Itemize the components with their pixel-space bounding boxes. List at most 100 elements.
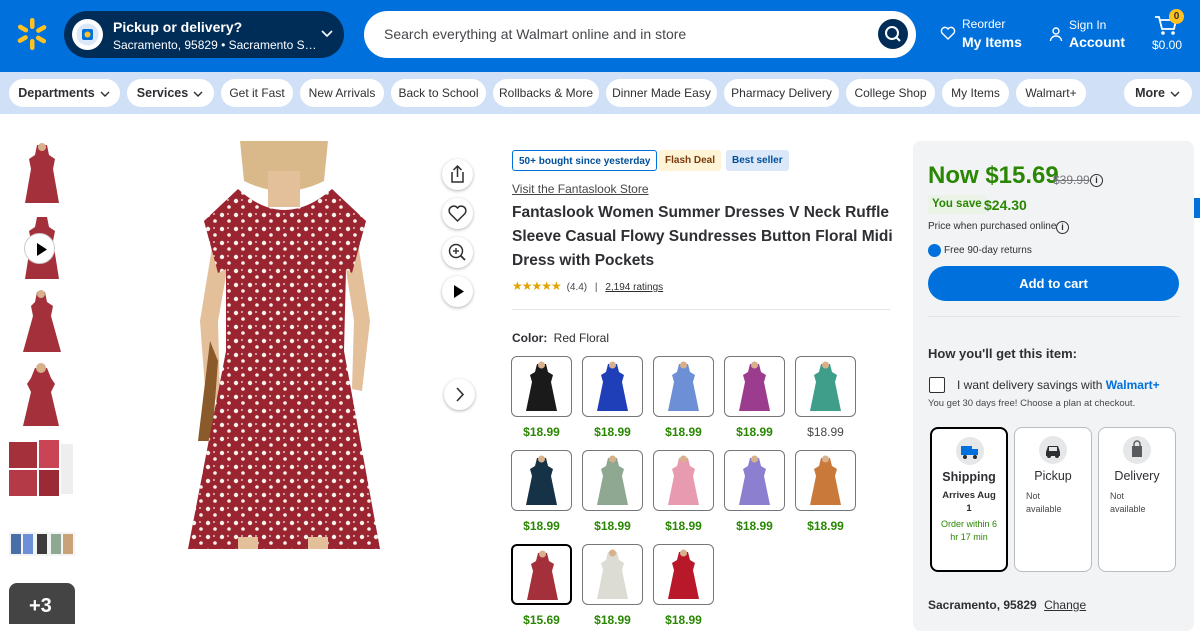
swatch-image bbox=[657, 548, 710, 601]
chevron-down-icon bbox=[100, 91, 110, 97]
search-button[interactable] bbox=[878, 19, 908, 49]
pickup-delivery-selector[interactable]: Pickup or delivery? Sacramento, 95829 • … bbox=[64, 11, 344, 58]
shipping-option[interactable]: Shipping Arrives Aug 1 Order within 6 hr … bbox=[930, 427, 1008, 572]
swatch-price: $18.99 bbox=[807, 425, 844, 439]
color-swatch[interactable] bbox=[511, 450, 572, 511]
swatch-price: $18.99 bbox=[594, 519, 631, 533]
nav-walmart-plus[interactable]: Walmart+ bbox=[1016, 79, 1086, 107]
chevron-down-icon bbox=[321, 30, 333, 38]
color-swatch[interactable] bbox=[724, 450, 785, 511]
color-swatch[interactable] bbox=[511, 356, 572, 417]
color-label-key: Color: bbox=[512, 331, 548, 345]
shipping-truck-icon bbox=[956, 437, 984, 465]
delivery-availability-line-1: Not bbox=[1110, 491, 1125, 501]
arrival-line-1: Arrives Aug bbox=[942, 490, 996, 501]
search-icon bbox=[885, 26, 901, 42]
location-zip: Sacramento, 95829 bbox=[928, 598, 1037, 612]
nav-services[interactable]: Services bbox=[127, 79, 214, 107]
color-swatch[interactable] bbox=[795, 450, 856, 511]
nav-pharmacy-delivery[interactable]: Pharmacy Delivery bbox=[724, 79, 839, 107]
color-label: Color: Red Floral bbox=[512, 331, 609, 345]
swatch-image bbox=[799, 454, 852, 507]
pickup-car-icon bbox=[1039, 436, 1067, 464]
next-image-button[interactable] bbox=[444, 379, 475, 410]
play-video-button[interactable] bbox=[442, 276, 473, 307]
user-icon bbox=[1049, 27, 1063, 42]
nav-rollbacks[interactable]: Rollbacks & More bbox=[493, 79, 599, 107]
favorite-button[interactable] bbox=[442, 198, 473, 229]
nav-my-items[interactable]: My Items bbox=[942, 79, 1009, 107]
color-swatch[interactable] bbox=[653, 356, 714, 417]
nav-get-it-fast[interactable]: Get it Fast bbox=[221, 79, 293, 107]
delivery-savings-checkbox[interactable] bbox=[929, 377, 945, 393]
color-swatch[interactable] bbox=[653, 450, 714, 511]
walmart-plus-logo: Walmart+ bbox=[1105, 378, 1160, 392]
ratings-count-link[interactable]: 2,194 ratings bbox=[605, 282, 663, 293]
gallery-thumbnail[interactable] bbox=[9, 436, 75, 502]
cart-button[interactable]: 0 $0.00 bbox=[1148, 9, 1188, 57]
order-cutoff: Order within 6 hr 17 min bbox=[940, 519, 998, 542]
rating-summary: ★★★★★ (4.4) | 2,194 ratings bbox=[512, 279, 663, 293]
change-location-link[interactable]: Change bbox=[1044, 598, 1086, 612]
share-button[interactable] bbox=[442, 159, 473, 190]
gallery-thumbnail-video[interactable] bbox=[9, 215, 75, 281]
nav-college-shop[interactable]: College Shop bbox=[846, 79, 935, 107]
shipping-label: Shipping bbox=[942, 470, 996, 484]
search-input[interactable] bbox=[384, 23, 864, 45]
color-swatch[interactable] bbox=[795, 356, 856, 417]
info-icon[interactable]: i bbox=[1090, 174, 1103, 187]
nav-departments[interactable]: Departments bbox=[9, 79, 120, 107]
nav-new-arrivals[interactable]: New Arrivals bbox=[300, 79, 384, 107]
walmart-spark-logo[interactable] bbox=[14, 16, 50, 52]
play-icon bbox=[24, 233, 55, 264]
fulfillment-heading: How you'll get this item: bbox=[928, 346, 1077, 361]
delivery-option[interactable]: Delivery Not available bbox=[1098, 427, 1176, 572]
was-price: $39.99 bbox=[1053, 173, 1090, 187]
swatch-price: $18.99 bbox=[665, 519, 702, 533]
swatch-price: $18.99 bbox=[736, 425, 773, 439]
my-items-label: My Items bbox=[962, 34, 1022, 50]
nav-more[interactable]: More bbox=[1124, 79, 1192, 107]
share-icon bbox=[451, 164, 464, 183]
delivery-savings-text: I want delivery savings with bbox=[957, 378, 1103, 392]
you-save-label: You save bbox=[928, 195, 986, 214]
color-swatch[interactable] bbox=[653, 544, 714, 605]
sign-in-label: Sign In bbox=[1069, 18, 1107, 32]
swatch-price: $18.99 bbox=[594, 613, 631, 627]
color-swatch[interactable] bbox=[724, 356, 785, 417]
gallery-thumbnail[interactable] bbox=[9, 510, 75, 576]
arrival-date: Arrives Aug 1 bbox=[936, 489, 1002, 515]
returns-icon bbox=[928, 244, 941, 257]
color-swatch[interactable] bbox=[582, 450, 643, 511]
nav-dinner-made-easy[interactable]: Dinner Made Easy bbox=[606, 79, 717, 107]
swatch-price: $18.99 bbox=[736, 519, 773, 533]
nav-back-to-school[interactable]: Back to School bbox=[391, 79, 486, 107]
account-label: Account bbox=[1069, 34, 1125, 50]
gallery-thumbnail[interactable] bbox=[9, 362, 75, 428]
store-link[interactable]: Visit the Fantaslook Store bbox=[512, 182, 649, 196]
product-main-image[interactable] bbox=[148, 141, 423, 549]
scrollbar-marker[interactable] bbox=[1194, 198, 1200, 218]
color-swatch[interactable] bbox=[582, 544, 643, 605]
swatch-price: $18.99 bbox=[523, 425, 560, 439]
pickup-icon bbox=[72, 19, 103, 50]
pickup-option[interactable]: Pickup Not available bbox=[1014, 427, 1092, 572]
zoom-button[interactable] bbox=[442, 237, 473, 268]
free-returns: Free 90-day returns bbox=[928, 244, 1032, 257]
add-to-cart-button[interactable]: Add to cart bbox=[928, 266, 1179, 301]
color-swatch[interactable] bbox=[582, 356, 643, 417]
zoom-in-icon bbox=[448, 243, 466, 261]
info-icon[interactable]: i bbox=[1056, 221, 1069, 234]
swatch-image bbox=[728, 454, 781, 507]
gallery-thumbnail[interactable] bbox=[9, 141, 75, 207]
nav-departments-label: Departments bbox=[18, 86, 95, 100]
pickup-availability: Not available bbox=[1026, 490, 1062, 516]
category-nav: Departments Services Get it Fast New Arr… bbox=[0, 72, 1200, 114]
delivery-availability: Not available bbox=[1110, 490, 1146, 516]
product-title: Fantaslook Women Summer Dresses V Neck R… bbox=[512, 204, 893, 269]
gallery-more-thumbnails[interactable]: +3 bbox=[9, 583, 75, 624]
swatch-image bbox=[799, 360, 852, 413]
gallery-thumbnail[interactable] bbox=[9, 288, 75, 354]
color-swatch-selected[interactable] bbox=[511, 544, 572, 605]
swatch-price: $18.99 bbox=[665, 613, 702, 627]
